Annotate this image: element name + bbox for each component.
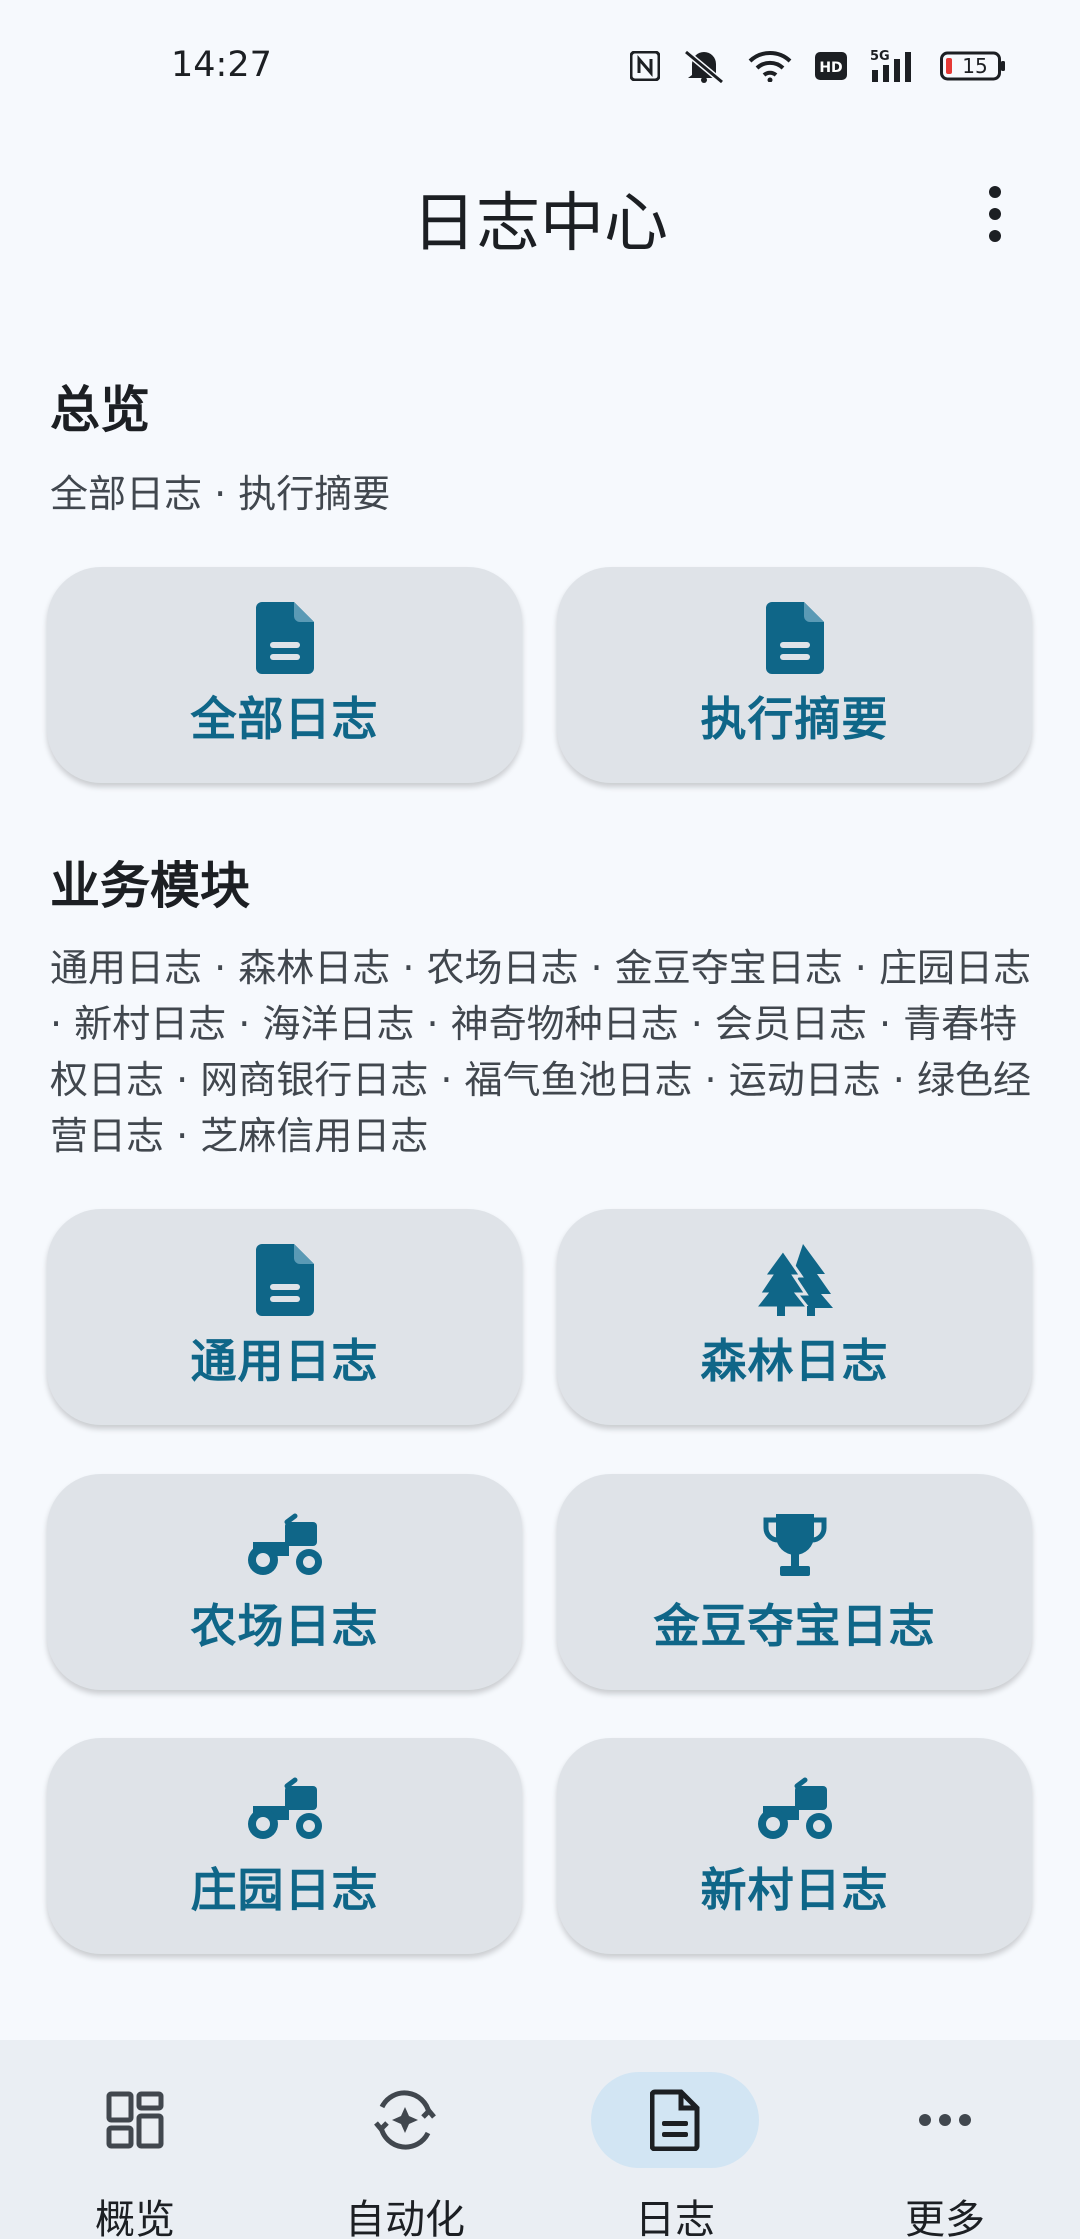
bottom-navigation: 概览 自动化 日志 更多 [0, 2040, 1080, 2239]
dashboard-icon [51, 2072, 219, 2168]
status-time: 14:27 [171, 45, 272, 85]
nav-label: 概览 [95, 2197, 175, 2239]
automation-icon [321, 2072, 489, 2168]
card-label: 金豆夺宝日志 [653, 1599, 936, 1653]
battery-icon: 15 [940, 51, 1006, 81]
nav-item-automation[interactable]: 自动化 [270, 2040, 540, 2239]
card-manor-log[interactable]: 庄园日志 [47, 1738, 522, 1954]
trophy-icon [762, 1508, 828, 1582]
more-vert-icon[interactable] [975, 176, 1015, 252]
card-label: 全部日志 [190, 692, 379, 746]
log-center-screen: 14:27 HD 5G 15 日志中心 总览 全部日志 · 执行摘要 全部日志 … [0, 0, 1080, 2239]
card-label: 农场日志 [190, 1599, 379, 1653]
nav-label: 日志 [635, 2197, 715, 2239]
nfc-icon [630, 51, 660, 81]
modules-description: 通用日志 · 森林日志 · 农场日志 · 金豆夺宝日志 · 庄园日志 · 新村日… [50, 946, 1031, 1158]
wifi-icon [748, 50, 792, 82]
card-label: 庄园日志 [190, 1863, 379, 1917]
tractor-icon [755, 1772, 835, 1846]
overview-description: 全部日志 · 执行摘要 [50, 472, 391, 516]
card-execution-summary[interactable]: 执行摘要 [557, 567, 1032, 783]
document-icon [255, 1243, 314, 1317]
card-golden-bean-log[interactable]: 金豆夺宝日志 [557, 1474, 1032, 1690]
modules-section-title: 业务模块 [50, 857, 250, 915]
document-icon [765, 601, 824, 675]
page-title: 日志中心 [412, 187, 668, 261]
card-label: 新村日志 [700, 1863, 889, 1917]
signal-5g-icon: 5G [870, 48, 918, 84]
document-icon [591, 2072, 759, 2168]
nav-label: 自动化 [345, 2197, 465, 2239]
card-label: 森林日志 [700, 1334, 889, 1388]
overview-section-title: 总览 [50, 381, 150, 439]
card-label: 通用日志 [190, 1334, 379, 1388]
svg-text:5G: 5G [870, 49, 890, 64]
document-icon [255, 601, 314, 675]
nav-label: 更多 [905, 2197, 985, 2239]
nav-item-more[interactable]: 更多 [810, 2040, 1080, 2239]
status-icons: HD 5G 15 [630, 48, 1006, 84]
card-general-log[interactable]: 通用日志 [47, 1209, 522, 1425]
more-horiz-icon [861, 2072, 1029, 2168]
card-new-village-log[interactable]: 新村日志 [557, 1738, 1032, 1954]
battery-level: 15 [962, 54, 988, 78]
card-forest-log[interactable]: 森林日志 [557, 1209, 1032, 1425]
card-label: 执行摘要 [700, 692, 889, 746]
tractor-icon [245, 1508, 325, 1582]
nav-item-overview[interactable]: 概览 [0, 2040, 270, 2239]
card-farm-log[interactable]: 农场日志 [47, 1474, 522, 1690]
tractor-icon [245, 1772, 325, 1846]
svg-text:HD: HD [819, 60, 842, 76]
status-bar: 14:27 HD 5G 15 [0, 0, 1080, 120]
card-all-logs[interactable]: 全部日志 [47, 567, 522, 783]
mute-icon [682, 49, 726, 83]
hd-icon: HD [814, 51, 848, 81]
nav-item-logs[interactable]: 日志 [540, 2040, 810, 2239]
forest-icon [754, 1243, 835, 1317]
